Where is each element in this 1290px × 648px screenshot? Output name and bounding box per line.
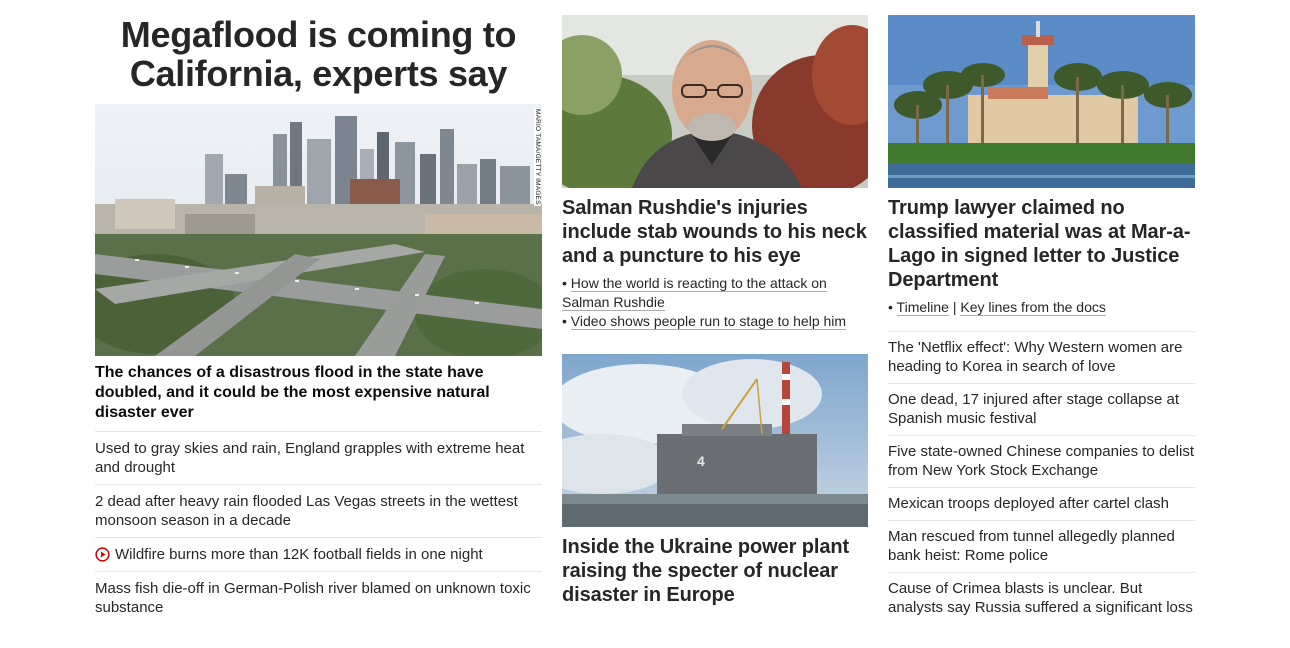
key-lines-link[interactable]: Key lines from the docs	[960, 299, 1106, 316]
middle-column: Salman Rushdie's injuries include stab w…	[562, 0, 868, 607]
lead-image-los-angeles[interactable]: MARIO TAMA/GETTY IMAGES	[95, 104, 542, 356]
list-item-text[interactable]: Mass fish die-off in German-Polish river…	[95, 579, 542, 617]
list-item-text[interactable]: Used to gray skies and rain, England gra…	[95, 439, 542, 477]
list-item[interactable]: 2 dead after heavy rain flooded Las Vega…	[95, 485, 542, 538]
rushdie-headline[interactable]: Salman Rushdie's injuries include stab w…	[562, 196, 868, 268]
list-item[interactable]: Man rescued from tunnel allegedly planne…	[888, 521, 1195, 573]
timeline-link[interactable]: Timeline	[896, 299, 949, 316]
link-separator: |	[952, 299, 957, 315]
lead-story-column: Megaflood is coming to California, exper…	[95, 0, 542, 624]
list-item-text[interactable]: 2 dead after heavy rain flooded Las Vega…	[95, 492, 542, 530]
trump-related-links: • Timeline | Key lines from the docs	[888, 298, 1195, 317]
list-item[interactable]: Used to gray skies and rain, England gra…	[95, 432, 542, 485]
related-link[interactable]: How the world is reacting to the attack …	[562, 275, 827, 311]
list-item-text[interactable]: Man rescued from tunnel allegedly planne…	[888, 527, 1195, 565]
rushdie-related-links: • How the world is reacting to the attac…	[562, 274, 868, 331]
list-item-text[interactable]: One dead, 17 injured after stage collaps…	[888, 390, 1195, 428]
list-item-text[interactable]: Five state-owned Chinese companies to de…	[888, 442, 1195, 480]
ukraine-power-plant-image[interactable]: 4	[562, 354, 868, 527]
related-link[interactable]: Video shows people run to stage to help …	[570, 313, 847, 330]
list-item-text[interactable]: Mexican troops deployed after cartel cla…	[888, 494, 1169, 513]
right-column: Trump lawyer claimed no classified mater…	[888, 0, 1195, 624]
ukraine-plant-headline[interactable]: Inside the Ukraine power plant raising t…	[562, 535, 868, 607]
related-stories-list: Used to gray skies and rain, England gra…	[95, 431, 542, 624]
list-item-text[interactable]: Wildfire burns more than 12K football fi…	[115, 545, 483, 564]
bullet: •	[888, 299, 897, 315]
svg-text:4: 4	[697, 453, 705, 469]
lead-subheadline[interactable]: The chances of a disastrous flood in the…	[95, 363, 542, 423]
trump-headline[interactable]: Trump lawyer claimed no classified mater…	[888, 196, 1195, 292]
list-item[interactable]: Cause of Crimea blasts is unclear. But a…	[888, 573, 1195, 624]
headline-list: The 'Netflix effect': Why Western women …	[888, 331, 1195, 624]
list-item-text[interactable]: The 'Netflix effect': Why Western women …	[888, 338, 1195, 376]
related-link-row: • Video shows people run to stage to hel…	[562, 313, 847, 330]
list-item-text[interactable]: Cause of Crimea blasts is unclear. But a…	[888, 579, 1195, 617]
play-circle-icon	[95, 547, 110, 562]
image-credit: MARIO TAMA/GETTY IMAGES	[534, 108, 541, 206]
rushdie-portrait-image[interactable]	[562, 15, 868, 188]
mar-a-lago-image[interactable]	[888, 15, 1195, 188]
list-item[interactable]: Wildfire burns more than 12K football fi…	[95, 538, 542, 572]
lead-headline[interactable]: Megaflood is coming to California, exper…	[95, 15, 542, 93]
list-item[interactable]: Mexican troops deployed after cartel cla…	[888, 488, 1195, 521]
list-item[interactable]: One dead, 17 injured after stage collaps…	[888, 384, 1195, 436]
list-item[interactable]: The 'Netflix effect': Why Western women …	[888, 332, 1195, 384]
list-item[interactable]: Mass fish die-off in German-Polish river…	[95, 572, 542, 624]
related-link-row: • How the world is reacting to the attac…	[562, 275, 827, 311]
list-item[interactable]: Five state-owned Chinese companies to de…	[888, 436, 1195, 488]
